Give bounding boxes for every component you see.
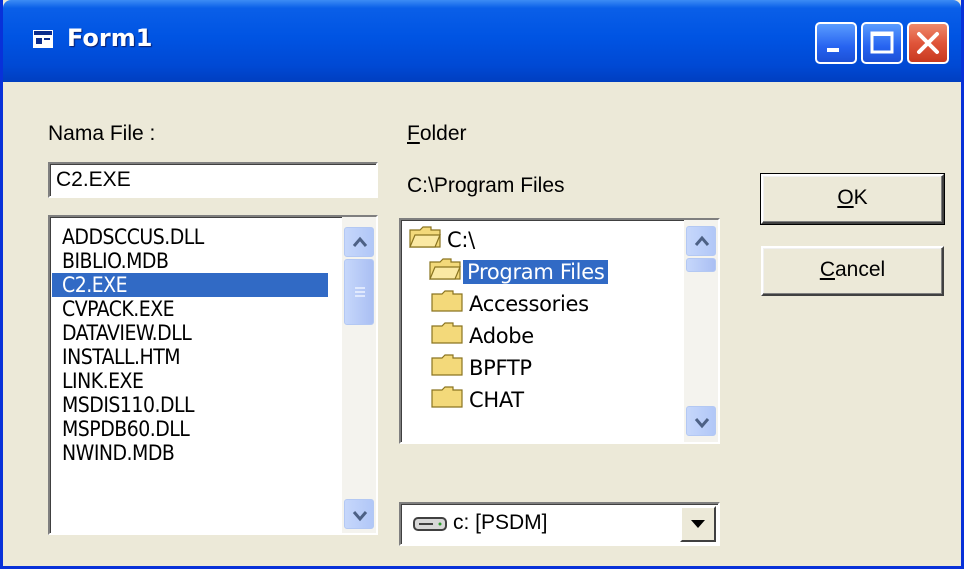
folder-icon bbox=[431, 289, 463, 321]
filename-textbox[interactable]: C2.EXE bbox=[48, 162, 378, 198]
directory-list-item[interactable]: Accessories bbox=[405, 288, 608, 320]
scroll-down-arrow-icon[interactable] bbox=[344, 499, 374, 529]
maximize-button[interactable] bbox=[861, 22, 903, 64]
title-bar[interactable]: Form1 bbox=[3, 0, 961, 82]
directory-name: BPFTP bbox=[469, 356, 532, 380]
file-list-item[interactable]: DATAVIEW.DLL bbox=[52, 321, 328, 345]
file-list-item[interactable]: NWIND.MDB bbox=[52, 441, 328, 465]
folder-icon bbox=[431, 385, 463, 417]
directory-listbox[interactable]: C:\ Program Files Accessories Adobe BPFTP CHA… bbox=[399, 218, 720, 444]
ok-label-rest: K bbox=[853, 186, 868, 209]
directory-list-scrollbar[interactable] bbox=[684, 220, 718, 442]
file-list-scrollbar[interactable] bbox=[342, 217, 376, 533]
directory-list-item[interactable]: Program Files bbox=[405, 256, 609, 289]
file-list-items: ADDSCCUS.DLL BIBLIO.MDB C2.EXE CVPACK.EXE DA… bbox=[52, 225, 328, 465]
folder-icon bbox=[409, 225, 441, 257]
directory-name: CHAT bbox=[469, 388, 524, 412]
cancel-label-rest: ancel bbox=[834, 258, 886, 281]
directory-list-scroll-thumb[interactable] bbox=[686, 258, 716, 272]
nama-file-label: Nama File : bbox=[48, 122, 156, 145]
directory-name: C:\ bbox=[447, 228, 475, 252]
file-list-item[interactable]: MSDIS110.DLL bbox=[52, 393, 328, 417]
directory-list-item[interactable]: C:\ bbox=[405, 224, 608, 256]
folder-icon bbox=[431, 321, 463, 353]
file-list-item[interactable]: MSPDB60.DLL bbox=[52, 417, 328, 441]
directory-list-item[interactable]: CHAT bbox=[405, 384, 608, 416]
form-window-icon bbox=[33, 30, 53, 48]
close-button[interactable] bbox=[907, 22, 949, 64]
file-list-item[interactable]: BIBLIO.MDB bbox=[52, 249, 328, 273]
ok-button[interactable]: OK bbox=[760, 173, 945, 225]
folder-label-rest: older bbox=[419, 122, 467, 145]
directory-list-item[interactable]: Adobe bbox=[405, 320, 608, 352]
file-list-item[interactable]: INSTALL.HTM bbox=[52, 345, 328, 369]
dropdown-arrow-icon[interactable] bbox=[680, 506, 716, 542]
file-list-item[interactable]: C2.EXE bbox=[52, 273, 328, 297]
cancel-button[interactable]: Cancel bbox=[761, 246, 944, 296]
folder-icon bbox=[429, 257, 461, 289]
file-list-scroll-thumb[interactable] bbox=[344, 259, 374, 325]
directory-name: Accessories bbox=[469, 292, 589, 316]
directory-list-item[interactable]: BPFTP bbox=[405, 352, 608, 384]
file-list-item[interactable]: CVPACK.EXE bbox=[52, 297, 328, 321]
current-path-label: C:\Program Files bbox=[407, 174, 565, 197]
file-list-item[interactable]: LINK.EXE bbox=[52, 369, 328, 393]
folder-label-mnemonic: F bbox=[407, 122, 420, 145]
directory-name: Program Files bbox=[463, 260, 609, 284]
drive-value: c: [PSDM] bbox=[453, 511, 548, 534]
directory-list-items: C:\ Program Files Accessories Adobe BPFTP CHA… bbox=[405, 224, 609, 416]
form-window: Form1 Nama File : C2.EXE ADDSCCUS.DLL BIB… bbox=[0, 0, 964, 569]
folder-label: Folder bbox=[407, 122, 467, 146]
file-listbox[interactable]: ADDSCCUS.DLL BIBLIO.MDB C2.EXE CVPACK.EXE DA… bbox=[48, 215, 378, 535]
window-title: Form1 bbox=[67, 24, 153, 52]
drive-combobox[interactable]: c: [PSDM] bbox=[399, 502, 720, 546]
form-client-area: Nama File : C2.EXE ADDSCCUS.DLL BIBLIO.MD… bbox=[3, 82, 961, 566]
minimize-button[interactable] bbox=[815, 22, 857, 64]
file-list-item[interactable]: ADDSCCUS.DLL bbox=[52, 225, 328, 249]
scroll-up-arrow-icon[interactable] bbox=[686, 226, 716, 256]
hard-drive-icon bbox=[413, 515, 447, 538]
ok-mnemonic: O bbox=[837, 186, 854, 209]
scroll-down-arrow-icon[interactable] bbox=[686, 406, 716, 436]
directory-name: Adobe bbox=[469, 324, 534, 348]
cancel-mnemonic: C bbox=[819, 258, 835, 281]
scroll-up-arrow-icon[interactable] bbox=[344, 227, 374, 257]
folder-icon bbox=[431, 353, 463, 385]
